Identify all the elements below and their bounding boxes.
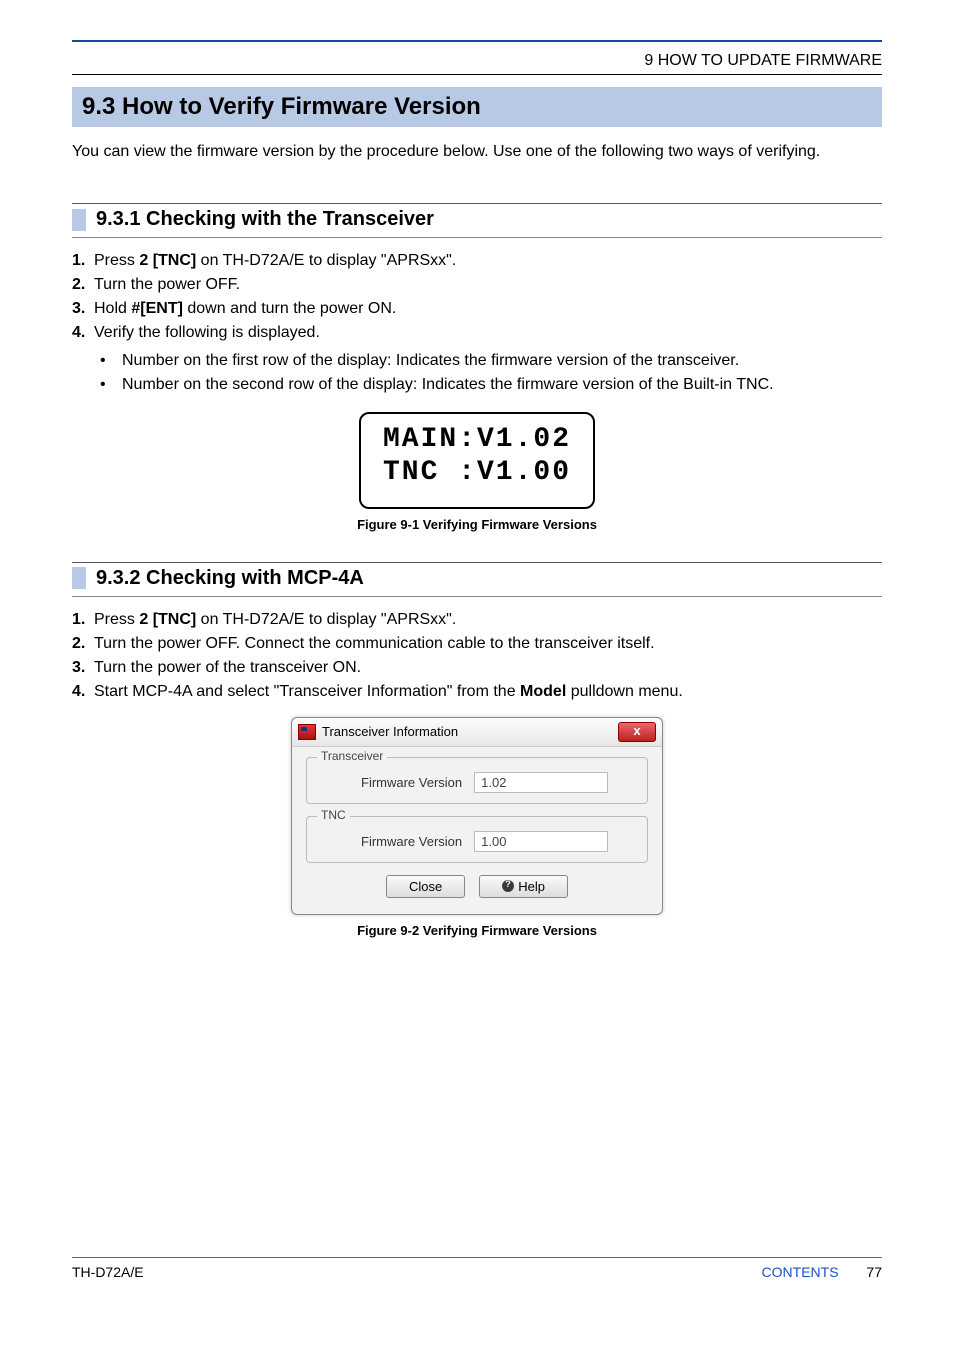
fw-label: Firmware Version — [361, 834, 462, 849]
page-number: 77 — [866, 1264, 882, 1280]
group-legend-tnc: TNC — [317, 808, 350, 822]
help-button-label: Help — [518, 879, 545, 894]
list-item: 4. Start MCP-4A and select "Transceiver … — [72, 683, 882, 701]
section-title-bar: 9.3 How to Verify Firmware Version — [72, 87, 882, 127]
list-item: Number on the first row of the display: … — [100, 352, 882, 370]
heading-accent-bar — [72, 567, 86, 589]
subsection-931-heading: 9.3.1 Checking with the Transceiver — [72, 203, 882, 238]
close-button[interactable]: Close — [386, 875, 465, 898]
list-item: 4. Verify the following is displayed. — [72, 324, 882, 342]
bullets-931: Number on the first row of the display: … — [100, 352, 882, 394]
dialog-titlebar: Transceiver Information x — [292, 718, 662, 747]
fw-label: Firmware Version — [361, 775, 462, 790]
transceiver-info-dialog: Transceiver Information x Transceiver Fi… — [291, 717, 663, 915]
chapter-header: 9 HOW TO UPDATE FIRMWARE — [72, 48, 882, 75]
group-tnc: TNC Firmware Version 1.00 — [306, 816, 648, 863]
list-item: Number on the second row of the display:… — [100, 376, 882, 394]
group-legend-transceiver: Transceiver — [317, 749, 387, 763]
figure-9-2-caption: Figure 9-2 Verifying Firmware Versions — [72, 923, 882, 938]
steps-list-932: 1. Press 2 [TNC] on TH-D72A/E to display… — [72, 611, 882, 701]
list-item: 1. Press 2 [TNC] on TH-D72A/E to display… — [72, 611, 882, 629]
list-item: 3. Hold #[ENT] down and turn the power O… — [72, 300, 882, 318]
list-item: 1. Press 2 [TNC] on TH-D72A/E to display… — [72, 252, 882, 270]
transceiver-fw-value: 1.02 — [474, 772, 608, 793]
steps-list-931: 1. Press 2 [TNC] on TH-D72A/E to display… — [72, 252, 882, 342]
footer-model: TH-D72A/E — [72, 1264, 144, 1280]
lcd-display: MAIN:V1.02 TNC :V1.00 — [359, 412, 595, 508]
dialog-title: Transceiver Information — [322, 724, 458, 739]
help-button[interactable]: Help — [479, 875, 568, 898]
section-intro: You can view the firmware version by the… — [72, 141, 882, 163]
subsection-932-title: 9.3.2 Checking with MCP-4A — [96, 567, 364, 590]
help-icon — [502, 880, 514, 892]
heading-accent-bar — [72, 209, 86, 231]
close-button[interactable]: x — [618, 722, 656, 742]
contents-link[interactable]: CONTENTS — [762, 1264, 839, 1280]
list-item: 2. Turn the power OFF. — [72, 276, 882, 294]
tnc-fw-value: 1.00 — [474, 831, 608, 852]
list-item: 2. Turn the power OFF. Connect the commu… — [72, 635, 882, 653]
lcd-line-1: MAIN:V1.02 — [383, 424, 571, 456]
list-item: 3. Turn the power of the transceiver ON. — [72, 659, 882, 677]
subsection-932-heading: 9.3.2 Checking with MCP-4A — [72, 562, 882, 597]
group-transceiver: Transceiver Firmware Version 1.02 — [306, 757, 648, 804]
lcd-line-2: TNC :V1.00 — [383, 457, 571, 489]
figure-9-1-caption: Figure 9-1 Verifying Firmware Versions — [72, 517, 882, 532]
subsection-931-title: 9.3.1 Checking with the Transceiver — [96, 208, 434, 231]
app-icon — [298, 724, 316, 740]
